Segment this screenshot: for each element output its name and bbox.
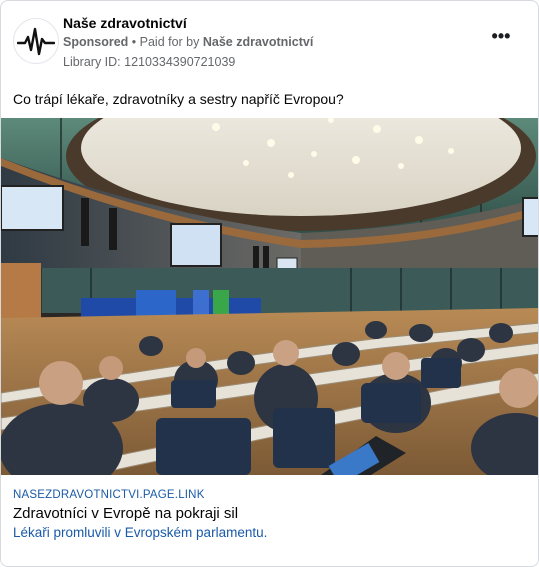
paid-for-label: Paid for by <box>139 35 203 49</box>
sponsored-line: Sponsored • Paid for by Naše zdravotnict… <box>63 35 313 49</box>
page-name[interactable]: Naše zdravotnictví <box>63 15 187 31</box>
more-options-icon[interactable]: ••• <box>490 27 512 47</box>
heartbeat-pulse-icon <box>17 27 55 56</box>
link-description[interactable]: Lékaři promluvili v Evropském parlamentu… <box>13 525 267 540</box>
link-preview[interactable]: NASEZDRAVOTNICTVI.PAGE.LINK Zdravotníci … <box>1 477 538 566</box>
link-title[interactable]: Zdravotníci v Evropě na pokraji sil <box>13 505 238 522</box>
library-id: Library ID: 1210334390721039 <box>63 55 236 69</box>
post-text: Co trápí lékaře, zdravotníky a sestry na… <box>13 91 344 107</box>
payer-name[interactable]: Naše zdravotnictví <box>203 35 313 49</box>
photo-illustration <box>1 118 538 475</box>
link-domain[interactable]: NASEZDRAVOTNICTVI.PAGE.LINK <box>13 489 205 501</box>
sponsored-label: Sponsored <box>63 35 129 49</box>
conference-hall-photo[interactable] <box>1 118 538 475</box>
ad-card: Naše zdravotnictví Sponsored • Paid for … <box>0 0 539 567</box>
page-avatar[interactable] <box>13 18 59 64</box>
separator-dot: • <box>128 35 140 49</box>
ad-header: Naše zdravotnictví Sponsored • Paid for … <box>13 13 526 73</box>
